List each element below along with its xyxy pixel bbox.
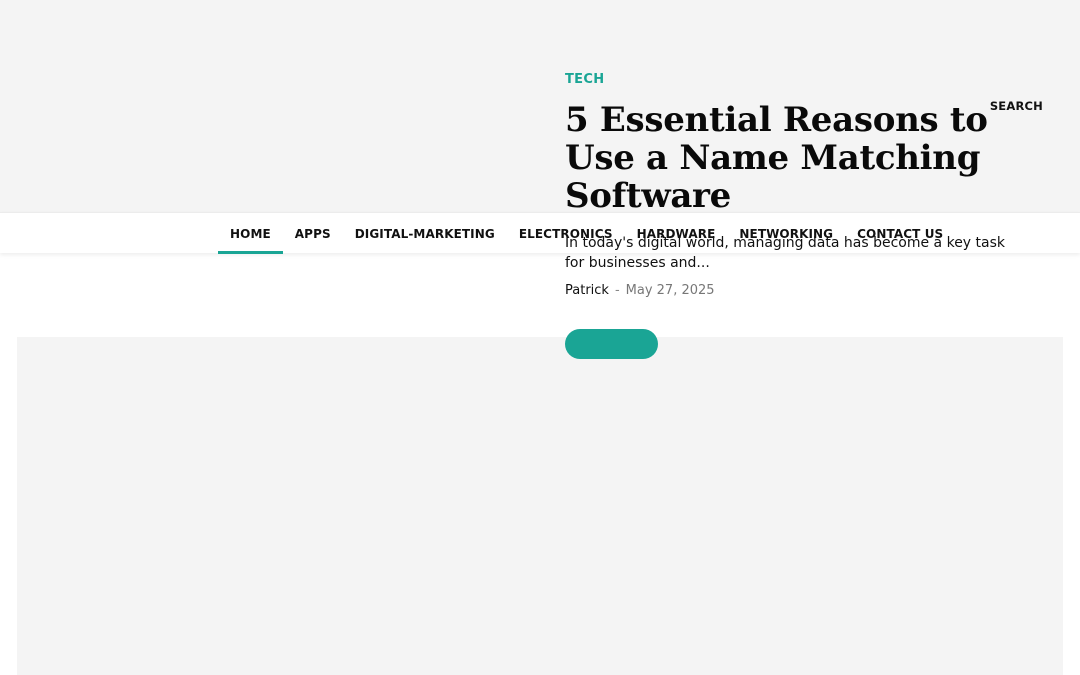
featured-post (17, 337, 1063, 675)
featured-post-content: TECH 5 Essential Reasons to Use a Name M… (565, 72, 1005, 298)
nav-item-home[interactable]: HOME (218, 213, 283, 254)
post-category[interactable]: TECH (565, 72, 1005, 87)
read-more-button[interactable] (565, 329, 658, 359)
featured-image[interactable] (17, 337, 537, 675)
post-date: May 27, 2025 (625, 283, 715, 298)
post-meta: Patrick - May 27, 2025 (565, 283, 1005, 298)
post-excerpt: In today's digital world, managing data … (565, 235, 1006, 271)
meta-separator: - (614, 283, 620, 298)
post-title[interactable]: 5 Essential Reasons to Use a Name Matchi… (565, 101, 1005, 215)
post-author[interactable]: Patrick (565, 283, 609, 298)
nav-item-apps[interactable]: APPS (283, 213, 343, 254)
nav-item-digital-marketing[interactable]: DIGITAL-MARKETING (343, 213, 507, 254)
